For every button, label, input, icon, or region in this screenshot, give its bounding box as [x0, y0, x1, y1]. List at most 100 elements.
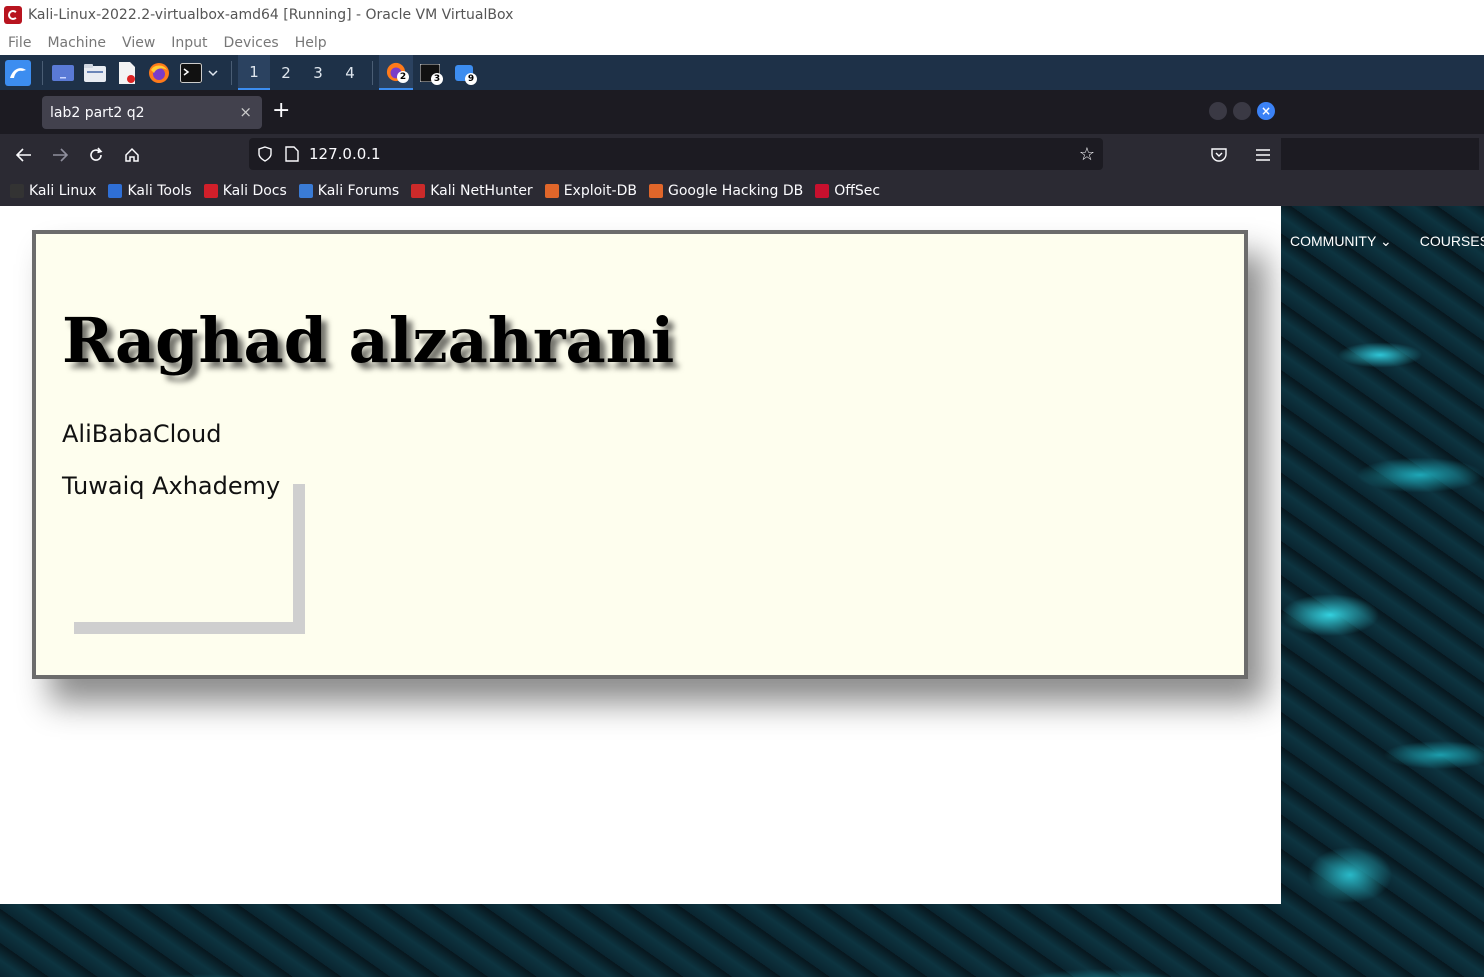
kali-dragon-icon — [5, 59, 31, 86]
pocket-button[interactable] — [1201, 134, 1237, 176]
taskbar-firefox-group[interactable]: 2 — [379, 55, 413, 90]
virtualbox-app-icon — [4, 6, 22, 24]
new-tab-button[interactable]: + — [272, 100, 290, 122]
window-controls: × — [1209, 102, 1275, 120]
tab-bar: lab2 part2 q2 × + × — [0, 90, 1281, 134]
show-desktop-button[interactable] — [49, 59, 77, 87]
reload-icon — [90, 147, 103, 161]
home-button[interactable] — [114, 134, 150, 176]
taskbar-other-group[interactable]: 9 — [447, 55, 481, 90]
pocket-icon — [1211, 148, 1227, 162]
terminal-button[interactable] — [177, 59, 205, 87]
firefox-icon — [149, 62, 169, 83]
bookmark-label: Exploit-DB — [563, 183, 637, 199]
vbox-window-title: Kali-Linux-2022.2-virtualbox-amd64 [Runn… — [28, 7, 514, 23]
bookmark-favicon-icon — [203, 184, 218, 198]
vbox-menu-bar: File Machine View Input Devices Help — [0, 30, 1484, 55]
window-count-badge: 9 — [465, 73, 477, 85]
hamburger-menu-icon — [1256, 149, 1270, 161]
bookmark-item[interactable]: OffSec — [815, 183, 880, 199]
page-icon[interactable] — [285, 146, 299, 162]
text-editor-icon — [119, 61, 135, 84]
bookmark-label: Kali Linux — [29, 183, 97, 199]
background-bookmarks-bar — [1281, 176, 1484, 206]
bookmark-item[interactable]: Google Hacking DB — [648, 183, 804, 199]
address-bar[interactable]: 127.0.0.1 ☆ — [249, 138, 1103, 170]
vbox-title-bar: Kali-Linux-2022.2-virtualbox-amd64 [Runn… — [0, 0, 1484, 30]
courses-nav-link[interactable]: COURSES — [1420, 233, 1484, 250]
terminal-dropdown[interactable] — [205, 59, 221, 87]
kali-menu-button[interactable] — [4, 59, 32, 87]
page-heading: Raghad alzahrani — [62, 304, 675, 377]
forward-arrow-icon — [53, 148, 68, 162]
panel-separator — [372, 60, 373, 85]
background-site-nav: COMMUNITY ⌄ COURSES — [1290, 233, 1484, 250]
maximize-button[interactable] — [1233, 102, 1251, 120]
bookmarks-toolbar: Kali Linux Kali Tools Kali Docs Kali Forums… — [0, 176, 1281, 206]
bookmark-item[interactable]: Kali Forums — [298, 183, 400, 199]
terminal-icon — [180, 62, 202, 83]
bookmark-favicon-icon — [815, 184, 830, 198]
minimize-button[interactable] — [1209, 102, 1227, 120]
menu-machine[interactable]: Machine — [39, 35, 114, 51]
bookmark-item[interactable]: Exploit-DB — [544, 183, 637, 199]
close-window-button[interactable]: × — [1257, 102, 1275, 120]
background-window-chrome — [1281, 90, 1484, 206]
workspace-3[interactable]: 3 — [302, 55, 334, 90]
back-arrow-icon — [16, 148, 31, 162]
bookmark-favicon-icon — [648, 184, 663, 198]
bookmark-favicon-icon — [10, 184, 24, 198]
bookmark-favicon-icon — [298, 184, 313, 198]
tracking-shield-icon[interactable] — [257, 146, 273, 162]
workspace-1[interactable]: 1 — [238, 55, 270, 90]
firefox-button[interactable] — [145, 59, 173, 87]
menu-help[interactable]: Help — [287, 35, 335, 51]
menu-input[interactable]: Input — [163, 35, 215, 51]
bookmark-label: Kali NetHunter — [430, 183, 533, 199]
workspace-2[interactable]: 2 — [270, 55, 302, 90]
bookmark-item[interactable]: Kali Linux — [10, 183, 96, 199]
bookmark-label: Kali Forums — [317, 183, 400, 199]
menu-view[interactable]: View — [114, 35, 163, 51]
taskbar-terminal-group[interactable]: 3 — [413, 55, 447, 90]
url-text[interactable]: 127.0.0.1 — [309, 145, 381, 163]
reload-button[interactable] — [78, 134, 114, 176]
window-count-badge: 3 — [431, 73, 443, 85]
bookmark-label: OffSec — [834, 183, 881, 199]
folder-icon — [84, 63, 106, 82]
bookmark-favicon-icon — [411, 184, 426, 198]
home-icon — [125, 147, 139, 162]
panel-separator — [42, 60, 43, 85]
app-menu-button[interactable] — [1245, 134, 1281, 176]
navigation-bar: 127.0.0.1 ☆ — [0, 134, 1281, 176]
background-url-bar — [1281, 138, 1479, 170]
chevron-down-icon — [208, 69, 218, 76]
content-card: Raghad alzahrani AliBabaCloud Tuwaiq Axh… — [32, 230, 1248, 679]
page-viewport: Raghad alzahrani AliBabaCloud Tuwaiq Axh… — [0, 206, 1281, 904]
workspace-4[interactable]: 4 — [334, 55, 366, 90]
tab-close-icon[interactable]: × — [239, 103, 252, 121]
file-manager-button[interactable] — [81, 59, 109, 87]
firefox-window: lab2 part2 q2 × + × 127.0.0.1 ☆ Kali Lin… — [0, 90, 1281, 904]
bookmark-item[interactable]: Kali NetHunter — [411, 183, 533, 199]
forward-button[interactable] — [42, 134, 78, 176]
toolbar-right — [1201, 134, 1281, 176]
bookmark-item[interactable]: Kali Docs — [203, 183, 287, 199]
tab-title: lab2 part2 q2 — [50, 104, 145, 121]
back-button[interactable] — [6, 134, 42, 176]
tab-active[interactable]: lab2 part2 q2 × — [42, 96, 262, 129]
text-editor-button[interactable] — [113, 59, 141, 87]
kali-panel: 1 2 3 4 2 3 9 — [0, 55, 1484, 90]
bookmark-item[interactable]: Kali Tools — [108, 183, 192, 199]
chevron-down-icon: ⌄ — [1379, 233, 1392, 249]
bookmark-star-icon[interactable]: ☆ — [1079, 144, 1095, 165]
paragraph-alibabacloud: AliBabaCloud — [62, 420, 222, 448]
community-nav-link[interactable]: COMMUNITY ⌄ — [1290, 233, 1392, 250]
bookmark-label: Google Hacking DB — [667, 183, 804, 199]
menu-devices[interactable]: Devices — [216, 35, 287, 51]
desktop-icon — [52, 64, 74, 81]
bookmark-favicon-icon — [108, 184, 123, 198]
paragraph-tuwaiq: Tuwaiq Axhademy — [62, 472, 293, 622]
menu-file[interactable]: File — [0, 35, 39, 51]
bookmark-favicon-icon — [544, 184, 559, 198]
